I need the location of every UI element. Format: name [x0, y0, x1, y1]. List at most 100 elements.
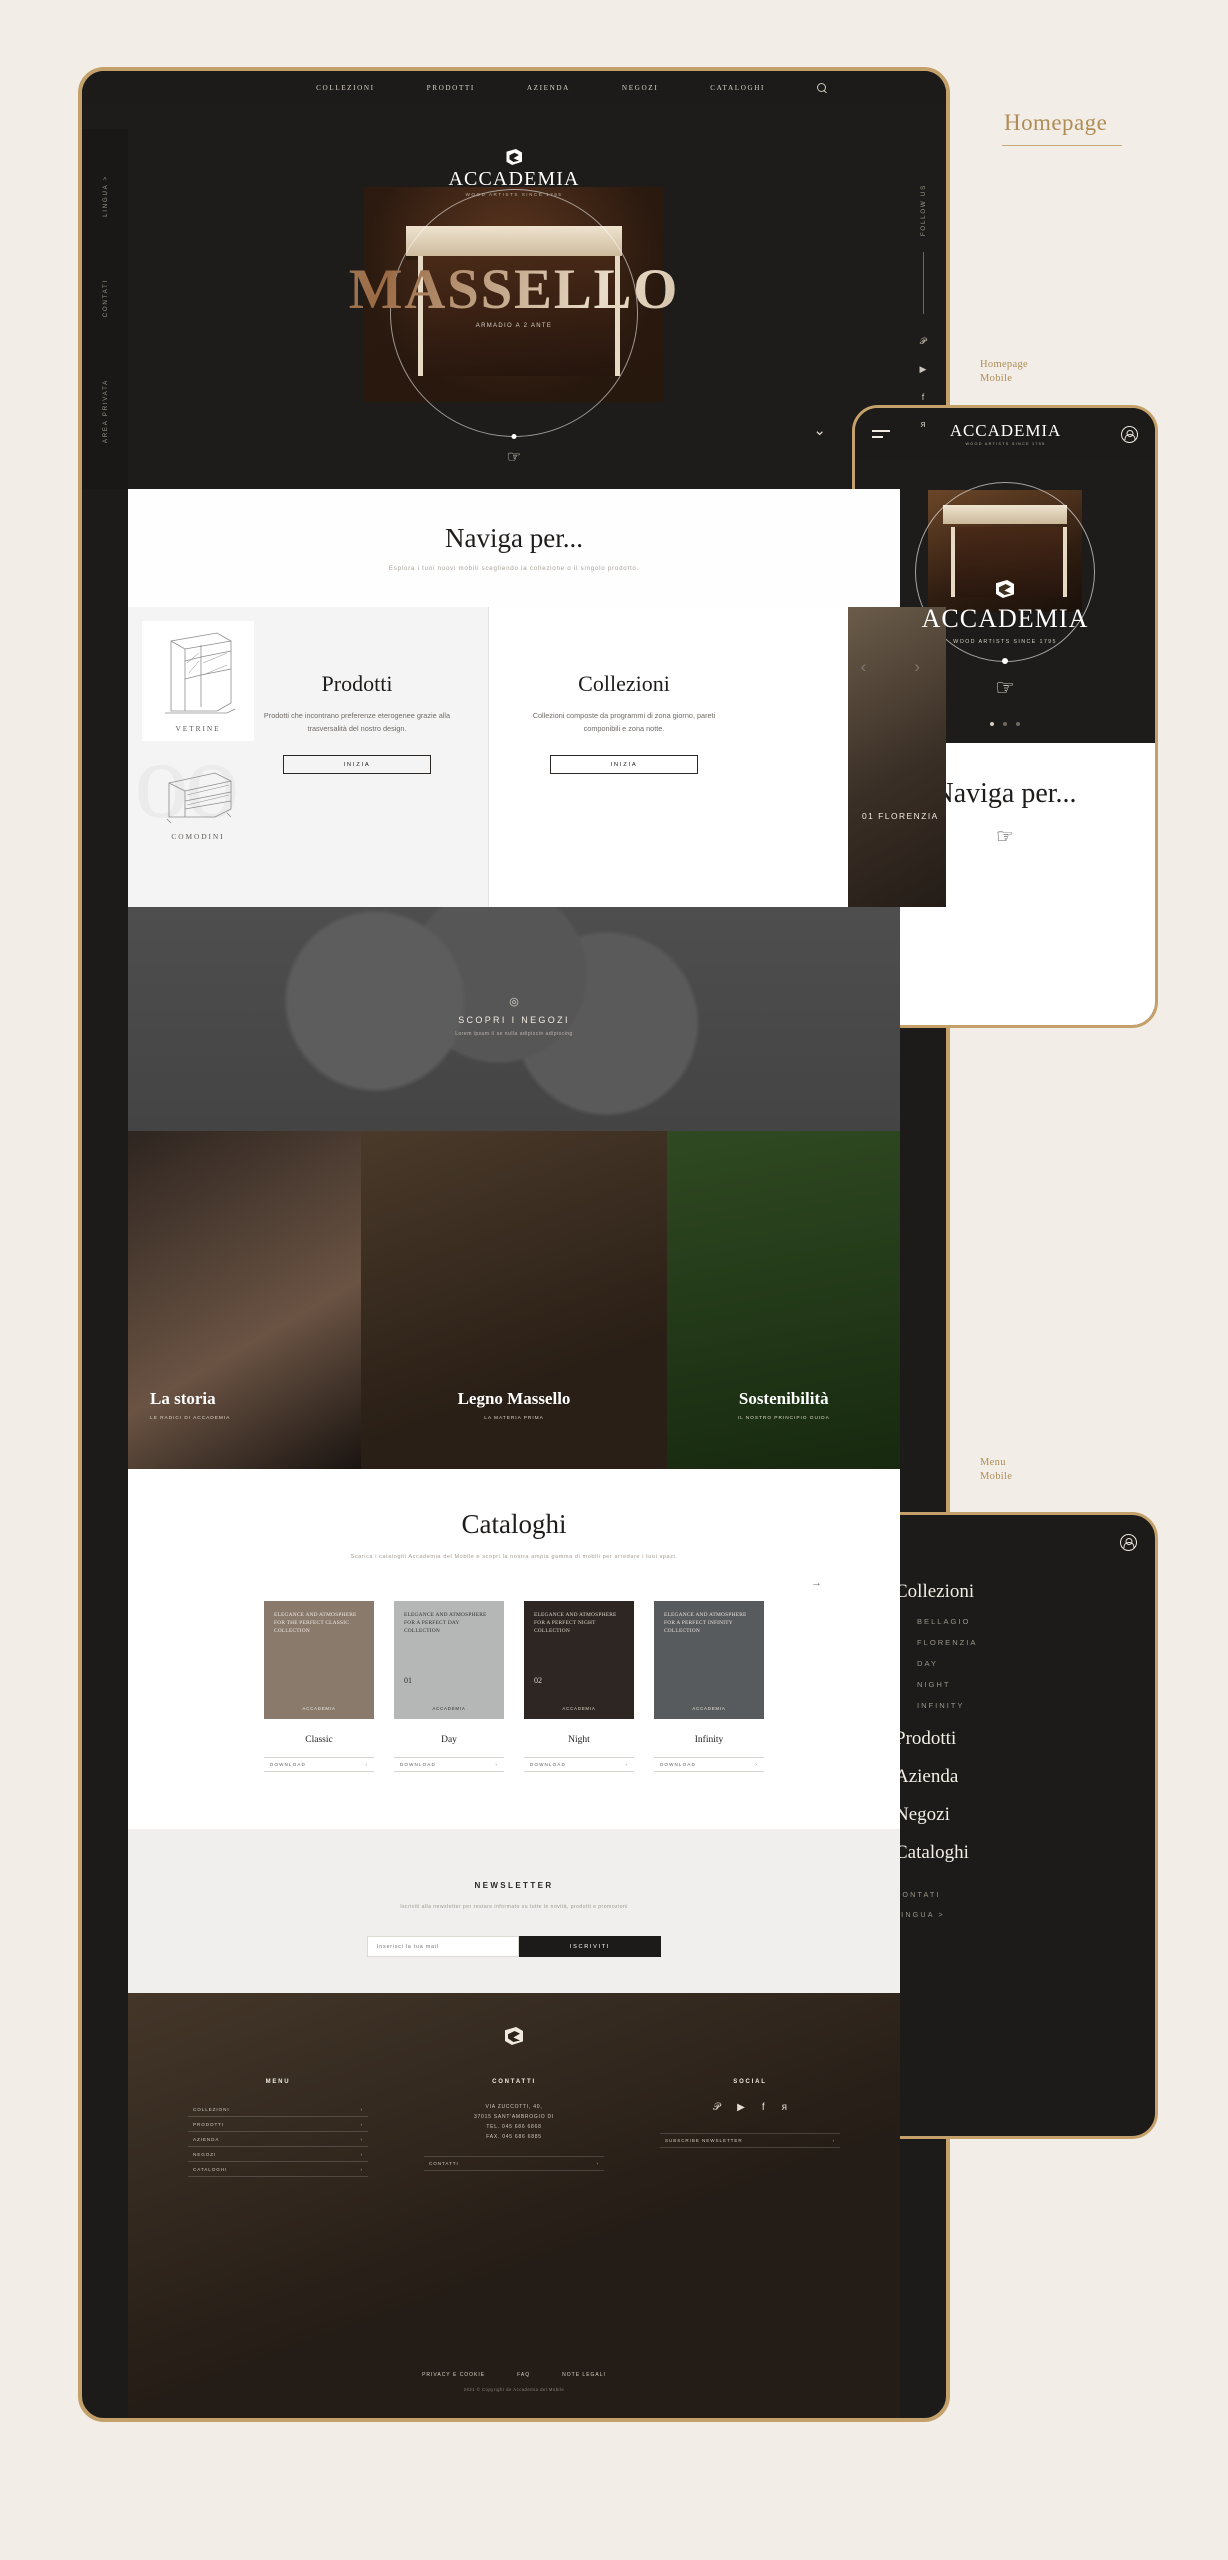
rail-item-lingua[interactable]: LINGUA > [102, 175, 109, 217]
card-cta-collezioni[interactable]: INIZIA [550, 754, 698, 774]
hero-section: ACCADEMIA WOOD ARTISTS SINCE 1795 MASSEL… [82, 71, 946, 489]
chevron-right-icon[interactable]: › [914, 657, 920, 677]
chevron-right-icon: › [360, 2121, 363, 2127]
footer-legal-privacy[interactable]: PRIVACY E COOKIE [422, 2372, 485, 2378]
catalog-download-label-3: DOWNLOAD [660, 1762, 696, 1767]
brand-name: ACCADEMIA [448, 168, 580, 190]
hand-pointer-icon[interactable]: ☞ [82, 447, 946, 467]
footer-legal-faq[interactable]: FAQ [517, 2372, 530, 2378]
tile-sostenibilita[interactable]: Sostenibilità IL NOSTRO PRINCIPIO GUIDA [667, 1131, 900, 1469]
chevron-right-icon: › [755, 1762, 758, 1767]
menu-item-cataloghi[interactable]: Cataloghi [895, 1842, 1115, 1864]
catalog-cover-1: ELEGANCE AND ATMOSPHERE FOR A PERFECT DA… [394, 1601, 504, 1719]
facebook-icon[interactable]: f [762, 2102, 765, 2113]
tile-la-storia[interactable]: La storia LE RADICI DI ACCADEMIA [128, 1131, 361, 1469]
card-text-collezioni: Collezioni composte da programmi di zona… [532, 711, 716, 734]
carousel-card-florenzia[interactable]: 01 FLORENZIA [848, 607, 946, 907]
mobile-brand-logo[interactable]: ACCADEMIA WOOD ARTISTS SINCE 1795 [950, 422, 1061, 446]
newsletter-submit-button[interactable]: ISCRIVITI [519, 1936, 661, 1957]
rail-item-contati[interactable]: CONTATI [102, 279, 109, 317]
twitter-icon[interactable]: 𝒫 [920, 336, 927, 347]
tile-title-0: La storia [150, 1389, 216, 1408]
carousel-card-prodotti[interactable]: oo VETRINE [128, 607, 488, 907]
catalog-item-classic[interactable]: ELEGANCE AND ATMOSPHERE FOR THE PERFECT … [264, 1601, 374, 1772]
footer-link-label: AZIENDA [193, 2136, 220, 2142]
nav-item-azienda[interactable]: AZIENDA [527, 84, 570, 92]
sketch-label-vetrine: VETRINE [175, 724, 221, 733]
footer-link-azienda[interactable]: AZIENDA › [188, 2132, 368, 2147]
footer-contatti-button-label: CONTATTI [429, 2161, 459, 2166]
catalog-item-infinity[interactable]: ELEGANCE AND ATMOSPHERE FOR A PERFECT IN… [654, 1601, 764, 1772]
footer-link-cataloghi[interactable]: CATALOGHI › [188, 2162, 368, 2177]
youtube-icon[interactable]: ▶ [920, 364, 927, 375]
hero-subtitle: ARMADIO A 2 ANTE [475, 323, 553, 329]
brand-logo[interactable]: ACCADEMIA WOOD ARTISTS SINCE 1795 [448, 149, 579, 197]
follow-us-label: FOLLOW US [919, 184, 927, 237]
menu-item-negozi[interactable]: Negozi [895, 1804, 1115, 1826]
chevron-left-icon[interactable]: ‹ [861, 657, 867, 677]
menu-footer-contati[interactable]: CONTATI [895, 1890, 1115, 1899]
catalog-cover-text-0: ELEGANCE AND ATMOSPHERE FOR THE PERFECT … [274, 1612, 357, 1634]
nav-item-negozi[interactable]: NEGOZI [622, 84, 658, 92]
pinterest-icon[interactable]: ᴙ [921, 419, 926, 429]
catalog-cover-logo-0: ACCADEMIA [302, 1706, 336, 1711]
footer-social-title: SOCIAL [733, 2079, 767, 2085]
hand-pointer-icon[interactable]: ☞ [855, 675, 1155, 701]
footer-address-1: 37015 SANT'AMBROGIO DI [474, 2114, 554, 2120]
newsletter-email-input[interactable] [367, 1936, 519, 1957]
menu-sub-bellagio[interactable]: BELLAGIO [917, 1617, 1115, 1626]
youtube-icon[interactable]: ▶ [737, 2102, 745, 2113]
nav-item-cataloghi[interactable]: CATALOGHI [710, 84, 765, 92]
carousel-card-collezioni[interactable]: Collezioni Collezioni composte da progra… [488, 607, 848, 907]
facebook-icon[interactable]: f [922, 392, 925, 402]
catalog-download-2[interactable]: DOWNLOAD › [524, 1757, 634, 1772]
mobile-menu-collezioni-title[interactable]: Collezioni [895, 1581, 1115, 1603]
account-icon[interactable] [1121, 425, 1138, 443]
footer-link-collezioni[interactable]: COLLEZIONI › [188, 2102, 368, 2117]
wardrobe-sketch-icon [165, 632, 236, 714]
menu-sub-infinity[interactable]: INFINITY [917, 1701, 1115, 1710]
nav-item-prodotti[interactable]: PRODOTTI [427, 84, 475, 92]
menu-sub-day[interactable]: DAY [917, 1659, 1115, 1668]
catalog-item-day[interactable]: ELEGANCE AND ATMOSPHERE FOR A PERFECT DA… [394, 1601, 504, 1772]
menu-sub-night[interactable]: NIGHT [917, 1680, 1115, 1689]
menu-sub-florenzia[interactable]: FLORENZIA [917, 1638, 1115, 1647]
tile-title-1: Legno Massello [457, 1389, 571, 1408]
catalog-download-1[interactable]: DOWNLOAD › [394, 1757, 504, 1772]
catalog-name-2: Night [568, 1735, 590, 1745]
pinterest-icon[interactable]: ᴙ [782, 2102, 787, 2113]
catalog-cover-logo-2: ACCADEMIA [562, 1706, 596, 1711]
chevron-right-icon: › [360, 2166, 363, 2172]
search-icon[interactable] [817, 82, 828, 94]
account-icon[interactable] [1120, 1533, 1137, 1551]
menu-footer-lingua[interactable]: LINGUA > [895, 1910, 1115, 1919]
hamburger-icon[interactable] [872, 426, 890, 441]
mobile-hero-brand-tagline: WOOD ARTISTS SINCE 1795 [953, 639, 1057, 645]
card-cta-prodotti[interactable]: INIZIA [283, 754, 431, 774]
footer-subscribe-button[interactable]: SUBSCRIBE NEWSLETTER › [660, 2133, 840, 2148]
nav-item-collezioni[interactable]: COLLEZIONI [316, 84, 375, 92]
footer-legal-note[interactable]: NOTE LEGALI [562, 2372, 606, 2378]
mobile-hero: ACCADEMIA WOOD ARTISTS SINCE 1795 ☞ [855, 460, 1155, 743]
sketch-comodini[interactable]: COMODINI [142, 767, 254, 841]
sketch-vetrine[interactable]: VETRINE [142, 621, 254, 741]
catalog-item-night[interactable]: ELEGANCE AND ATMOSPHERE FOR A PERFECT NI… [524, 1601, 634, 1772]
footer-link-prodotti[interactable]: PRODOTTI › [188, 2117, 368, 2132]
map-section[interactable]: ◎ SCOPRI I NEGOZI Lorem ipsum il se null… [128, 907, 900, 1131]
card-title-collezioni: Collezioni [578, 671, 670, 696]
menu-item-prodotti[interactable]: Prodotti [895, 1728, 1115, 1750]
rail-item-area-privata[interactable]: AREA PRIVATA [102, 379, 109, 443]
carousel-arrows: ‹ › [861, 657, 920, 677]
footer-contatti-button[interactable]: CONTATTI › [424, 2156, 604, 2171]
arrow-right-icon[interactable]: → [811, 1577, 822, 1589]
catalog-download-0[interactable]: DOWNLOAD › [264, 1757, 374, 1772]
tile-legno-massello[interactable]: Legno Massello LA MATERIA PRIMA [360, 1131, 668, 1469]
naviga-section: Naviga per... Esplora i tuoi nuovi mobil… [128, 489, 900, 607]
footer-link-negozi[interactable]: NEGOZI › [188, 2147, 368, 2162]
card-body-collezioni: Collezioni Collezioni composte da progra… [519, 671, 729, 774]
catalog-download-3[interactable]: DOWNLOAD › [654, 1757, 764, 1772]
twitter-icon[interactable]: 𝒫 [713, 2102, 720, 2113]
chevron-down-icon[interactable]: ⌄ [813, 421, 826, 439]
annotation-hm-line2: Mobile [980, 373, 1013, 385]
menu-item-azienda[interactable]: Azienda [895, 1766, 1115, 1788]
